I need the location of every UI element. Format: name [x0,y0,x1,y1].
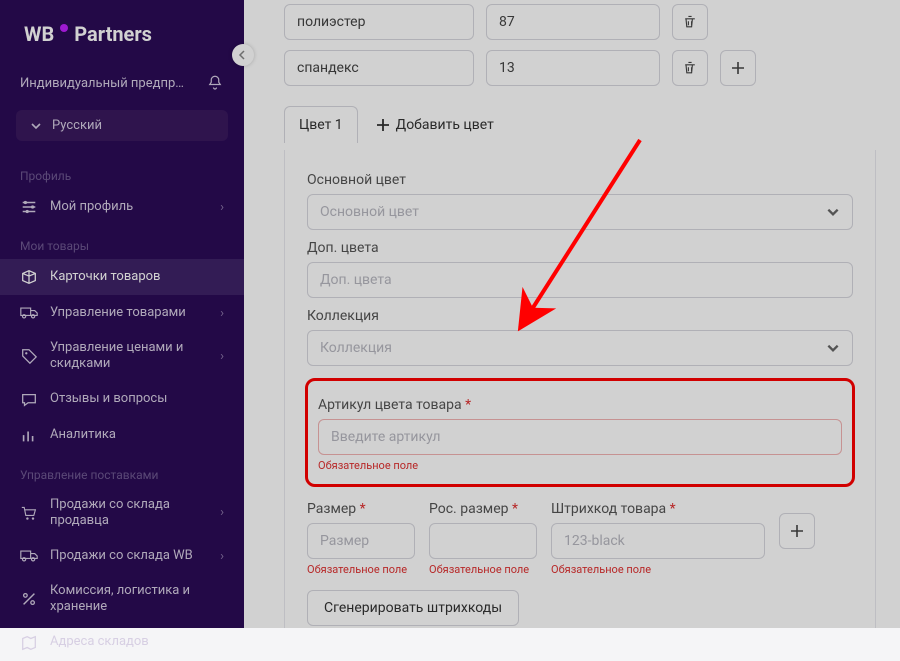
extra-colors-select[interactable]: Доп. цвета [307,262,853,298]
add-size-button[interactable] [779,513,815,549]
nav-label: Адреса складов [50,634,224,650]
logo-wb: WB [24,22,54,46]
nav-label: Управление товарами [50,305,208,321]
nav-label: Аналитика [50,427,224,443]
color-tabs: Цвет 1 Добавить цвет [284,106,876,143]
nav-label: Отзывы и вопросы [50,391,224,407]
sku-error: Обязательное поле [318,459,842,472]
nav-price-management[interactable]: Управление ценами и скидками › [0,331,244,382]
section-supply: Управление поставками [0,454,244,488]
logo-partners: Partners [74,22,152,46]
nav-label: Комиссия, логистика и хранение [50,583,224,616]
size-error: Обязательное поле [307,563,415,576]
sku-input[interactable] [318,419,842,455]
sliders-icon [20,198,38,216]
tag-icon [20,347,38,365]
map-icon [20,634,38,652]
size-input[interactable] [307,523,415,559]
extra-colors-label: Доп. цвета [307,240,853,256]
nav-label: Карточки товаров [50,269,224,285]
add-color-label: Добавить цвет [396,117,494,133]
logo: WB Partners [0,0,244,64]
chevron-right-icon: › [220,306,224,321]
collection-label: Коллекция [307,308,853,324]
section-goods: Мои товары [0,225,244,259]
chevron-left-icon [238,50,248,60]
delete-composition-button[interactable] [672,50,708,86]
barcode-error: Обязательное поле [551,563,765,576]
nav-warehouses[interactable]: Адреса складов [0,625,244,661]
delete-composition-button[interactable] [672,4,708,40]
chevron-down-icon [826,341,840,355]
add-color-tab[interactable]: Добавить цвет [376,117,494,133]
sku-label: Артикул цвета товара * [318,397,842,413]
nav-product-cards[interactable]: Карточки товаров [0,259,244,295]
box-icon [20,268,38,286]
add-composition-button[interactable] [720,50,756,86]
chevron-right-icon: › [220,505,224,520]
language-selector[interactable]: Русский [16,110,228,141]
composition-name-input[interactable] [284,4,474,40]
main-color-placeholder: Основной цвет [320,204,419,220]
sku-highlight: Артикул цвета товара * Обязательное поле [305,378,855,487]
nav-commission[interactable]: Комиссия, логистика и хранение [0,574,244,625]
truck-icon [20,547,38,565]
plus-icon [731,61,745,75]
rus-size-label: Рос. размер * [429,501,537,517]
chevron-right-icon: › [220,200,224,215]
composition-value-input[interactable] [486,50,660,86]
chevron-right-icon: › [220,549,224,564]
logo-dot-icon [60,24,68,32]
plus-icon [790,524,804,538]
user-name: Индивидуальный предпр… [20,76,184,91]
collection-placeholder: Коллекция [320,340,392,356]
nav-label: Мой профиль [50,199,208,215]
rus-size-input[interactable] [429,523,537,559]
composition-row [284,50,876,86]
collapse-sidebar-button[interactable] [232,44,254,66]
composition-row [284,4,876,40]
cart-icon [20,504,38,522]
main-color-select[interactable]: Основной цвет [307,194,853,230]
composition-name-input[interactable] [284,50,474,86]
nav-label: Продажи со склада продавца [50,497,208,530]
nav-label: Продажи со склада WB [50,548,208,564]
main-color-label: Основной цвет [307,172,853,188]
extra-colors-placeholder: Доп. цвета [320,272,392,288]
nav-reviews[interactable]: Отзывы и вопросы [0,382,244,418]
chart-icon [20,427,38,445]
composition-value-input[interactable] [486,4,660,40]
plus-icon [376,118,390,132]
bell-icon[interactable] [206,74,224,92]
chevron-right-icon: › [220,349,224,364]
size-label: Размер * [307,501,415,517]
language-label: Русский [52,118,102,133]
chat-icon [20,391,38,409]
tab-color-1[interactable]: Цвет 1 [284,106,358,143]
nav-my-profile[interactable]: Мой профиль › [0,189,244,225]
generate-barcodes-button[interactable]: Сгенерировать штрихкоды [307,590,519,626]
nav-sales-seller[interactable]: Продажи со склада продавца › [0,488,244,539]
nav-label: Управление ценами и скидками [50,340,208,373]
barcode-input[interactable] [551,523,765,559]
collection-select[interactable]: Коллекция [307,330,853,366]
trash-icon [682,14,698,30]
color-panel: Основной цвет Основной цвет Доп. цвета Д… [284,150,876,628]
main-content: Цвет 1 Добавить цвет Основной цвет Основ… [244,0,900,628]
rus-size-error: Обязательное поле [429,563,537,576]
sidebar: WB Partners Индивидуальный предпр… Русск… [0,0,244,628]
user-row[interactable]: Индивидуальный предпр… [0,64,244,102]
size-row: Размер * Обязательное поле Рос. размер *… [307,491,853,576]
percent-icon [20,590,38,608]
nav-sales-wb[interactable]: Продажи со склада WB › [0,538,244,574]
trash-icon [682,60,698,76]
chevron-down-icon [30,120,42,132]
barcode-label: Штрихкод товара * [551,501,765,517]
nav-analytics[interactable]: Аналитика [0,418,244,454]
nav-goods-management[interactable]: Управление товарами › [0,295,244,331]
truck-icon [20,304,38,322]
chevron-down-icon [826,205,840,219]
section-profile: Профиль [0,155,244,189]
